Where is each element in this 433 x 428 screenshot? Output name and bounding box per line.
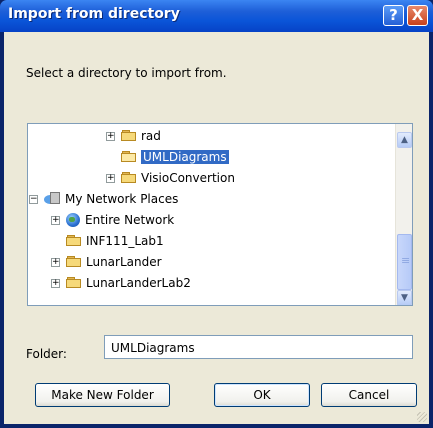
folder-label: Folder:	[26, 347, 67, 361]
tree-item-label: LunarLander	[86, 255, 162, 269]
folder-icon	[121, 172, 137, 184]
folder-tree[interactable]: + rad UMLDiagrams + VisioConvertion − My…	[27, 123, 413, 306]
help-button[interactable]: ?	[383, 5, 404, 26]
scroll-up-icon[interactable]: ▲	[397, 132, 412, 148]
expand-icon[interactable]: +	[51, 215, 60, 225]
expand-icon[interactable]: +	[51, 278, 60, 288]
collapse-icon[interactable]: −	[29, 194, 38, 204]
title-bar[interactable]: Import from directory ? X	[0, 0, 433, 32]
tree-item-label: LunarLanderLab2	[86, 276, 191, 290]
tree-item[interactable]: + VisioConvertion	[106, 169, 235, 187]
resize-grip[interactable]	[417, 412, 427, 422]
folder-icon	[121, 130, 137, 142]
tree-scrollbar[interactable]: ▲ ▼	[395, 124, 412, 305]
folder-open-icon	[121, 151, 137, 163]
tree-item-label: My Network Places	[65, 192, 179, 206]
tree-item-label: INF111_Lab1	[86, 234, 164, 248]
cancel-button[interactable]: Cancel	[321, 383, 417, 407]
tree-item[interactable]: + LunarLander	[51, 253, 162, 271]
tree-item[interactable]: − My Network Places	[29, 190, 178, 208]
tree-item-selected[interactable]: UMLDiagrams	[121, 148, 229, 166]
network-places-icon	[44, 192, 60, 206]
folder-icon	[66, 256, 82, 268]
scroll-down-icon[interactable]: ▼	[397, 290, 412, 305]
folder-input[interactable]: UMLDiagrams	[104, 335, 413, 359]
window-title: Import from directory	[8, 6, 180, 22]
tree-item-label: Entire Network	[85, 213, 175, 227]
tree-item[interactable]: + LunarLanderLab2	[51, 274, 191, 292]
ok-button[interactable]: OK	[214, 383, 310, 407]
scroll-thumb[interactable]	[397, 234, 412, 290]
folder-icon	[66, 277, 82, 289]
tree-item[interactable]: + Entire Network	[51, 211, 174, 229]
globe-icon	[66, 213, 80, 227]
tree-item-label: UMLDiagrams	[141, 150, 229, 164]
expand-icon[interactable]: +	[106, 131, 115, 141]
tree-item-label: VisioConvertion	[141, 171, 235, 185]
tree-item[interactable]: + rad	[106, 127, 161, 145]
close-button[interactable]: X	[407, 5, 428, 26]
instruction-text: Select a directory to import from.	[26, 66, 227, 80]
expand-icon[interactable]: +	[51, 257, 60, 267]
tree-item[interactable]: INF111_Lab1	[66, 232, 164, 250]
tree-item-label: rad	[141, 129, 161, 143]
expand-icon[interactable]: +	[106, 173, 115, 183]
folder-icon	[66, 235, 82, 247]
make-new-folder-button[interactable]: Make New Folder	[35, 383, 170, 407]
